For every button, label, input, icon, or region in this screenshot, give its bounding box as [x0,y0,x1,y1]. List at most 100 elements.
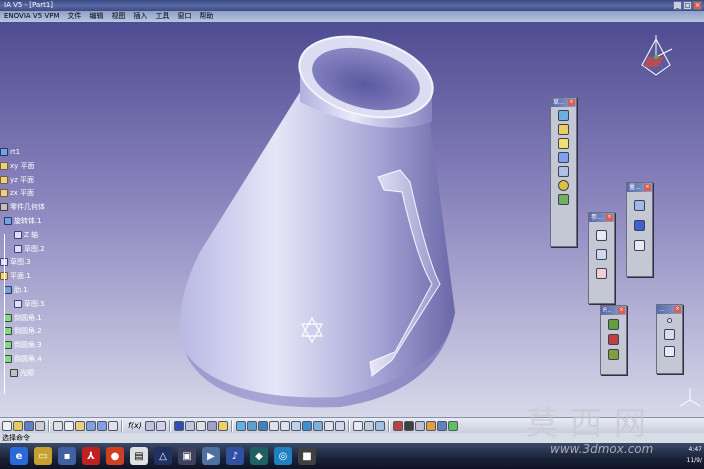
plane-icon[interactable] [664,346,675,357]
tree-item[interactable]: 倒圆角.4 [0,353,90,367]
menu-enovia[interactable]: ENOVIA V5 VPM [0,11,63,22]
close-icon[interactable]: × [568,99,575,106]
help-icon[interactable] [108,420,118,431]
tree-item[interactable]: xy 平面 [0,160,90,174]
toolbar-titlebar[interactable]: 草... × [551,98,576,107]
browser-icon[interactable]: ● [106,447,124,465]
point-icon[interactable] [596,268,607,279]
sphere-icon[interactable] [558,180,569,191]
curvature-analysis-icon[interactable] [374,420,385,431]
hole-icon[interactable] [558,194,569,205]
pan-icon[interactable] [246,420,257,431]
dress-up-icon[interactable] [184,420,195,431]
video-icon[interactable] [403,420,414,431]
knowledge-icon[interactable] [144,420,155,431]
render-style-icon[interactable] [312,420,323,431]
tree-item[interactable]: 光顺 [0,367,90,381]
cube-icon[interactable] [558,124,569,135]
boolean-icon[interactable] [173,420,184,431]
ie-icon[interactable]: e [10,447,28,465]
apply-material-icon[interactable] [608,319,619,330]
shaft-icon[interactable] [558,166,569,177]
transform-icon[interactable] [195,420,206,431]
tree-item[interactable]: zx 平面 [0,187,90,201]
tree-item[interactable]: 草图.5 [0,298,90,312]
sketch-analysis-icon[interactable] [352,420,363,431]
system-clock[interactable]: 4:47 11/9/ [687,444,703,466]
tree-item[interactable]: Z 轴 [0,229,90,243]
draft-analysis-icon[interactable] [363,420,374,431]
redo-icon[interactable] [97,420,107,431]
pad-icon[interactable] [558,138,569,149]
photo-icon[interactable] [425,420,436,431]
sketch-icon[interactable] [558,110,569,121]
mirror-icon[interactable] [206,420,217,431]
catia-icon[interactable]: △ [154,447,172,465]
3d-compass-icon[interactable] [447,420,458,431]
tree-item[interactable]: 倒圆角.3 [0,339,90,353]
texture-icon[interactable] [608,349,619,360]
menu-insert[interactable]: 插入 [129,11,151,22]
tool-icon[interactable]: ◆ [250,447,268,465]
apply-material-toolbar[interactable]: P... × [600,305,627,375]
new-file-icon[interactable] [2,420,12,431]
catalog-icon[interactable] [392,420,403,431]
close-icon[interactable]: × [618,307,625,314]
grid-icon[interactable] [634,220,645,231]
toolbar-titlebar[interactable]: 参... × [589,213,614,222]
tree-item[interactable]: 倒圆角.2 [0,325,90,339]
cut-icon[interactable] [53,420,63,431]
print-icon[interactable] [35,420,45,431]
axis-icon[interactable] [596,230,607,241]
measure-between-icon[interactable] [436,420,447,431]
dot-icon[interactable] [667,318,672,323]
sketch-based-features-toolbar[interactable]: 草... × [550,97,577,247]
compass-icon[interactable] [638,35,674,79]
swap-space-icon[interactable] [334,420,345,431]
menu-window[interactable]: 窗口 [173,11,195,22]
network-icon[interactable]: ◎ [274,447,292,465]
copy-icon[interactable] [64,420,74,431]
undo-icon[interactable] [86,420,96,431]
line-icon[interactable] [664,329,675,340]
zoom-out-icon[interactable] [279,420,290,431]
app2-icon[interactable]: ■ [298,447,316,465]
tree-item[interactable]: 零件几何体 [0,201,90,215]
law-icon[interactable] [155,420,166,431]
3d-viewport[interactable]: rt1 xy 平面 yz 平面 zx 平面 零件几何体 旋转体.1 Z 轴草图.2 草图.3 平… [0,22,704,417]
line-icon[interactable] [596,249,607,260]
hide-show-icon[interactable] [323,420,334,431]
close-icon[interactable]: × [674,306,681,313]
measure-icon[interactable] [634,200,645,211]
menu-view[interactable]: 视图 [107,11,129,22]
close-button[interactable]: × [693,1,702,10]
app-icon[interactable]: ▪ [58,447,76,465]
fit-all-icon[interactable] [235,420,246,431]
rotate-icon[interactable] [257,420,268,431]
open-file-icon[interactable] [13,420,23,431]
tree-item[interactable]: rt1 [0,146,90,160]
snap-icon[interactable] [634,240,645,251]
tree-item[interactable]: yz 平面 [0,174,90,188]
menu-tools[interactable]: 工具 [151,11,173,22]
zoom-in-icon[interactable] [268,420,279,431]
capture-icon[interactable] [414,420,425,431]
minimize-button[interactable]: _ [673,1,682,10]
wireframe-toolbar[interactable]: ... × [656,304,683,374]
paste-icon[interactable] [75,420,85,431]
tree-item[interactable]: 平面.1 [0,270,90,284]
menu-edit[interactable]: 编辑 [85,11,107,22]
reference-elements-toolbar[interactable]: 参... × [588,212,615,304]
tree-item[interactable]: 旋转体.1 [0,215,90,229]
appearance-icon[interactable] [608,334,619,345]
menu-help[interactable]: 帮助 [195,11,217,22]
toolbar-titlebar[interactable]: P... × [601,306,626,315]
normal-view-icon[interactable] [290,420,301,431]
folder-icon[interactable]: ▭ [34,447,52,465]
save-icon[interactable] [24,420,34,431]
image-viewer-icon[interactable]: ▣ [178,447,196,465]
view-cube-icon[interactable] [301,420,312,431]
formula-button[interactable]: f(x) [126,421,144,430]
toolbar-titlebar[interactable]: ... × [657,305,682,314]
tree-item[interactable]: 草图.3 [0,256,90,270]
